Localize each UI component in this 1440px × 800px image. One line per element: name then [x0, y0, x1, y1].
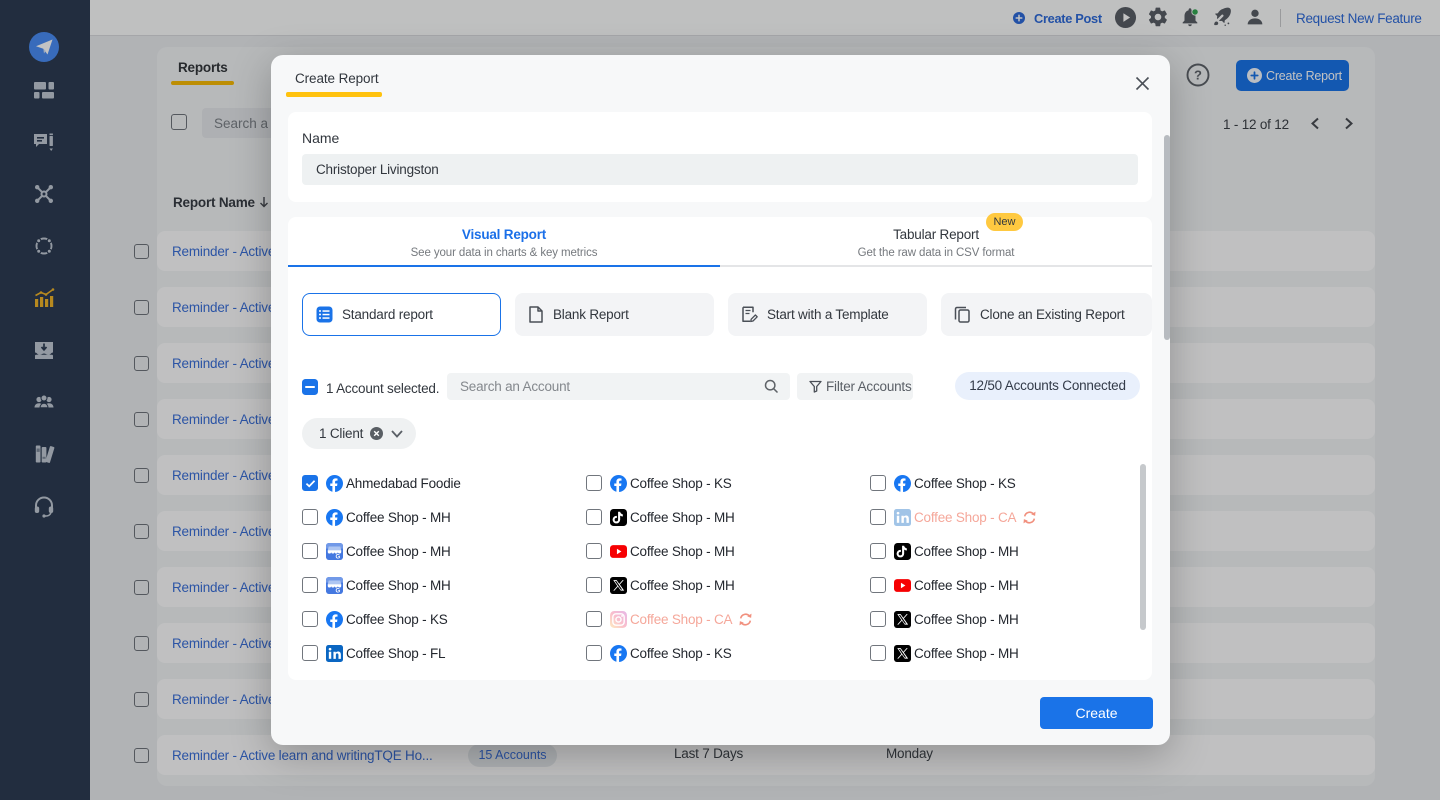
svg-text:G: G: [336, 588, 341, 594]
svg-text:G: G: [336, 554, 341, 560]
